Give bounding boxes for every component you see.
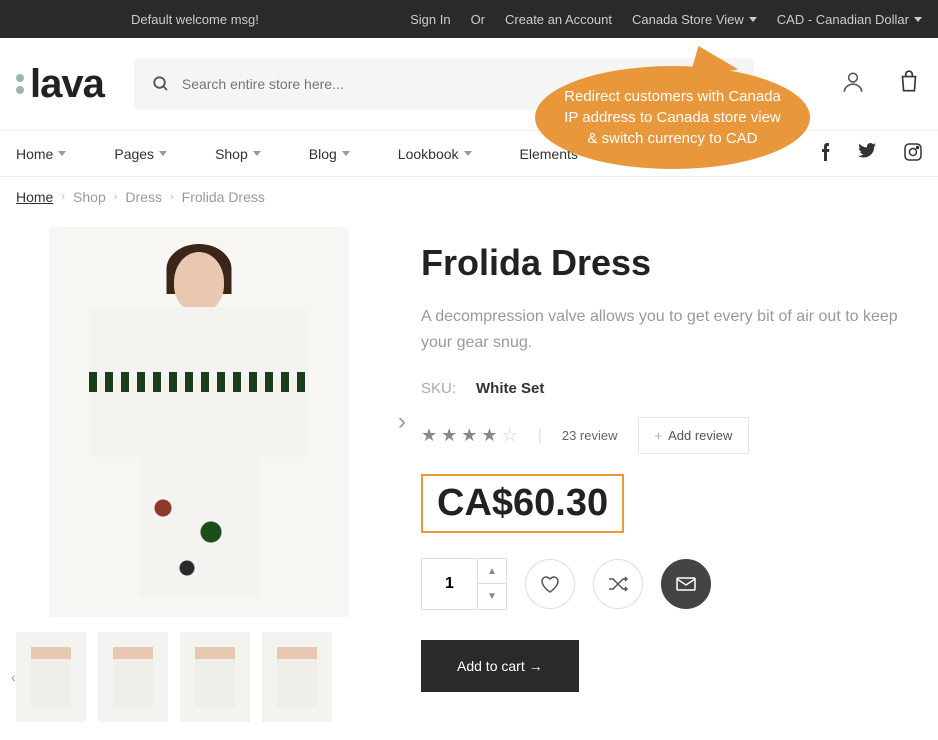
sku-label: SKU: — [421, 380, 456, 397]
chevron-down-icon — [464, 151, 472, 156]
product-thumbnail[interactable] — [262, 632, 332, 722]
store-view-selector[interactable]: Canada Store View — [632, 12, 757, 27]
nav-item-blog[interactable]: Blog — [309, 146, 350, 162]
currency-label: CAD - Canadian Dollar — [777, 12, 909, 27]
product-gallery: ‹ › ‹ — [16, 227, 381, 722]
product-description: A decompression valve allows you to get … — [421, 304, 922, 355]
chevron-right-icon: › — [170, 191, 174, 203]
compare-button[interactable] — [593, 559, 643, 609]
twitter-icon[interactable] — [858, 143, 876, 164]
shuffle-icon — [608, 576, 628, 592]
chevron-right-icon: › — [114, 191, 118, 203]
add-review-button[interactable]: + Add review — [638, 417, 750, 454]
instagram-icon[interactable] — [904, 143, 922, 164]
cart-icon[interactable] — [896, 69, 922, 100]
quantity-input[interactable] — [422, 559, 477, 609]
rating-stars: ★ ★ ★ ★ ☆ — [421, 425, 518, 446]
wishlist-button[interactable] — [525, 559, 575, 609]
star-outline-icon: ☆ — [502, 425, 518, 446]
or-text: Or — [471, 12, 485, 27]
envelope-icon — [676, 577, 696, 591]
product-title: Frolida Dress — [421, 242, 922, 284]
star-icon: ★ — [481, 425, 497, 446]
heart-icon — [540, 575, 560, 593]
breadcrumb-current: Frolida Dress — [182, 189, 265, 205]
logo[interactable]: lava — [16, 62, 104, 107]
quantity-up-button[interactable]: ▲ — [478, 559, 506, 584]
chevron-down-icon — [749, 17, 757, 22]
product-thumbnail[interactable] — [180, 632, 250, 722]
breadcrumb-item[interactable]: Dress — [125, 189, 162, 205]
chevron-down-icon — [914, 17, 922, 22]
nav-item-shop[interactable]: Shop — [215, 146, 261, 162]
chevron-down-icon — [342, 151, 350, 156]
breadcrumb-item[interactable]: Shop — [73, 189, 106, 205]
nav-item-pages[interactable]: Pages — [114, 146, 167, 162]
separator: | — [538, 427, 542, 445]
nav-item-lookbook[interactable]: Lookbook — [398, 146, 472, 162]
account-icon[interactable] — [840, 69, 866, 100]
review-count[interactable]: 23 review — [562, 428, 618, 443]
chevron-down-icon — [58, 151, 66, 156]
gallery-prev-button[interactable]: ‹ — [0, 398, 9, 446]
quantity-stepper[interactable]: ▲ ▼ — [421, 558, 507, 610]
chevron-down-icon — [159, 151, 167, 156]
star-icon: ★ — [421, 425, 437, 446]
store-view-label: Canada Store View — [632, 12, 744, 27]
plus-icon: + — [655, 428, 663, 443]
chevron-right-icon: › — [61, 191, 65, 203]
product-price: CA$60.30 — [437, 482, 608, 524]
create-account-link[interactable]: Create an Account — [505, 12, 612, 27]
logo-text: lava — [30, 62, 104, 107]
chevron-down-icon — [253, 151, 261, 156]
welcome-message: Default welcome msg! — [131, 12, 259, 27]
logo-dots-icon — [16, 74, 24, 94]
annotation-callout: Redirect customers with Canada IP addres… — [535, 66, 810, 169]
nav-item-home[interactable]: Home — [16, 146, 66, 162]
price-highlight: CA$60.30 — [421, 474, 624, 533]
thumb-prev-button[interactable]: ‹ — [11, 669, 16, 685]
star-icon: ★ — [461, 425, 477, 446]
gallery-next-button[interactable]: › — [388, 398, 416, 446]
search-icon — [152, 75, 170, 93]
product-thumbnail[interactable] — [98, 632, 168, 722]
product-thumbnail[interactable] — [16, 632, 86, 722]
sku-value: White Set — [476, 380, 544, 397]
email-button[interactable] — [661, 559, 711, 609]
star-icon: ★ — [441, 425, 457, 446]
facebook-icon[interactable] — [821, 143, 830, 164]
breadcrumb: Home › Shop › Dress › Frolida Dress — [0, 177, 938, 217]
quantity-down-button[interactable]: ▼ — [478, 584, 506, 609]
currency-selector[interactable]: CAD - Canadian Dollar — [777, 12, 922, 27]
breadcrumb-home[interactable]: Home — [16, 189, 53, 205]
signin-link[interactable]: Sign In — [410, 12, 450, 27]
product-main-image[interactable] — [49, 227, 349, 617]
add-to-cart-button[interactable]: Add to cart → — [421, 640, 579, 692]
